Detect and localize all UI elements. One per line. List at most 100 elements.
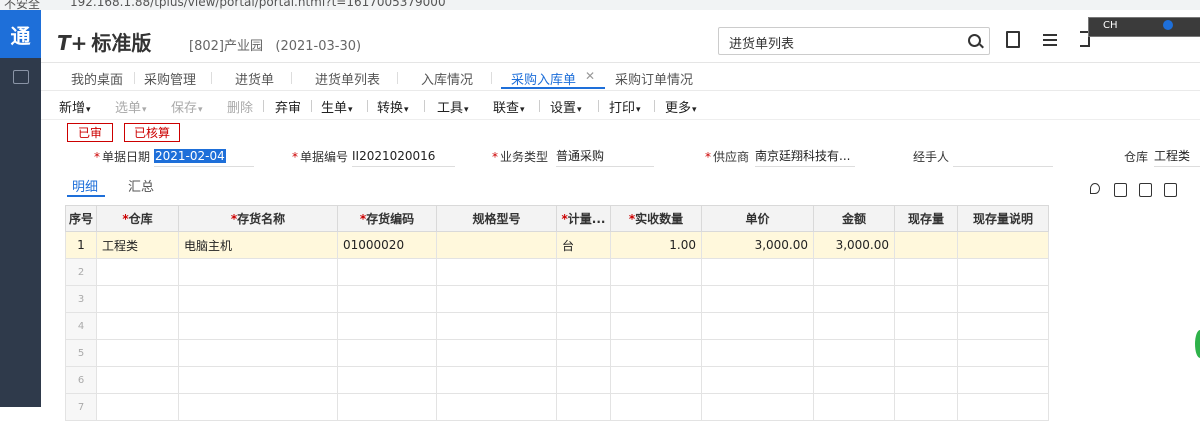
search-box[interactable]: 进货单列表 <box>718 27 990 55</box>
search-input[interactable]: 进货单列表 <box>729 33 794 52</box>
doc-no-field[interactable]: II2021020016 <box>352 146 455 167</box>
col-header-spec[interactable]: 规格型号 <box>436 205 557 232</box>
generate-doc-button[interactable]: 生单▾ <box>321 97 353 116</box>
cell-unit[interactable] <box>556 312 611 340</box>
cell-warehouse[interactable] <box>96 312 179 340</box>
col-header-stock-note[interactable]: 现存量说明 <box>957 205 1049 232</box>
save-button[interactable]: 保存▾ <box>171 97 203 116</box>
cell-spec[interactable] <box>436 339 557 367</box>
browser-url-bar[interactable]: 不安全 192.168.1.88/tplus/view/portal/porta… <box>0 0 1200 10</box>
cell-code[interactable] <box>337 285 437 313</box>
cell-code[interactable]: 01000020 <box>337 231 437 259</box>
cell-name[interactable] <box>178 285 338 313</box>
cell-warehouse[interactable] <box>96 339 179 367</box>
cell-name[interactable]: 电脑主机 <box>178 231 338 259</box>
table-row[interactable]: 6 <box>65 366 1049 394</box>
cell-name[interactable] <box>178 258 338 286</box>
copy-row-icon[interactable] <box>1139 183 1152 197</box>
cell-name[interactable] <box>178 366 338 394</box>
cell-amount[interactable] <box>813 366 895 394</box>
ime-toolbar[interactable]: CH <box>1088 17 1200 37</box>
ime-language[interactable]: CH <box>1103 20 1118 31</box>
cell-unit[interactable]: 台 <box>556 231 611 259</box>
insert-row-icon[interactable] <box>1114 183 1127 197</box>
col-header-unit[interactable]: *计量... <box>556 205 611 232</box>
cell-warehouse[interactable] <box>96 393 179 421</box>
tab-summary[interactable]: 汇总 <box>128 176 154 195</box>
cell-spec[interactable] <box>436 312 557 340</box>
handler-field[interactable] <box>953 146 1053 167</box>
cell-qty[interactable] <box>610 393 702 421</box>
convert-button[interactable]: 转换▾ <box>377 97 409 116</box>
settings-button[interactable]: 设置▾ <box>550 97 582 116</box>
cell-price[interactable]: 3,000.00 <box>701 231 814 259</box>
open-window-icon[interactable] <box>12 70 29 84</box>
cell-qty[interactable]: 1.00 <box>610 231 702 259</box>
table-row[interactable]: 1 工程类 电脑主机 01000020 台 1.00 3,000.00 3,00… <box>65 231 1049 259</box>
cell-unit[interactable] <box>556 366 611 394</box>
col-header-price[interactable]: 单价 <box>701 205 814 232</box>
tab-receipt-list[interactable]: 进货单列表 <box>315 69 380 88</box>
cell-amount[interactable]: 3,000.00 <box>813 231 895 259</box>
tab-purchase-receipt[interactable]: 进货单 <box>235 69 274 88</box>
delete-row-icon[interactable] <box>1164 183 1177 197</box>
doc-date-field[interactable]: 2021-02-04 <box>154 146 254 167</box>
cell-amount[interactable] <box>813 339 895 367</box>
cell-warehouse[interactable] <box>96 285 179 313</box>
cell-code[interactable] <box>337 393 437 421</box>
cell-amount[interactable] <box>813 312 895 340</box>
cell-spec[interactable] <box>436 231 557 259</box>
tab-my-desktop[interactable]: 我的桌面 <box>71 69 123 88</box>
warehouse-field[interactable]: 工程类 <box>1154 146 1200 167</box>
cell-price[interactable] <box>701 258 814 286</box>
cell-name[interactable] <box>178 393 338 421</box>
cell-unit[interactable] <box>556 339 611 367</box>
app-logo[interactable]: 通 <box>0 10 41 58</box>
floating-assistant-icon[interactable] <box>1195 330 1200 358</box>
cell-code[interactable] <box>337 339 437 367</box>
tab-po-status[interactable]: 采购订单情况 <box>615 69 693 88</box>
col-header-stock[interactable]: 现存量 <box>894 205 958 232</box>
cell-code[interactable] <box>337 258 437 286</box>
cell-qty[interactable] <box>610 366 702 394</box>
cell-warehouse[interactable]: 工程类 <box>96 231 179 259</box>
cell-price[interactable] <box>701 339 814 367</box>
table-row[interactable]: 2 <box>65 258 1049 286</box>
url-text[interactable]: 192.168.1.88/tplus/view/portal/portal.ht… <box>70 0 446 9</box>
cell-code[interactable] <box>337 366 437 394</box>
cell-spec[interactable] <box>436 366 557 394</box>
tab-inbound-status[interactable]: 入库情况 <box>421 69 473 88</box>
biz-type-field[interactable]: 普通采购 <box>556 146 654 167</box>
cell-name[interactable] <box>178 312 338 340</box>
cell-unit[interactable] <box>556 285 611 313</box>
cell-price[interactable] <box>701 366 814 394</box>
cell-qty[interactable] <box>610 339 702 367</box>
tab-detail[interactable]: 明细 <box>72 176 98 195</box>
col-header-amount[interactable]: 金额 <box>813 205 895 232</box>
cell-spec[interactable] <box>436 285 557 313</box>
cell-spec[interactable] <box>436 393 557 421</box>
col-header-code[interactable]: *存货编码 <box>337 205 437 232</box>
col-header-name[interactable]: *存货名称 <box>178 205 338 232</box>
cell-price[interactable] <box>701 285 814 313</box>
cell-code[interactable] <box>337 312 437 340</box>
print-button[interactable]: 打印▾ <box>609 97 641 116</box>
cell-qty[interactable] <box>610 258 702 286</box>
supplier-field[interactable]: 南京廷翔科技有... <box>755 146 855 167</box>
table-row[interactable]: 3 <box>65 285 1049 313</box>
cell-amount[interactable] <box>813 258 895 286</box>
cell-price[interactable] <box>701 393 814 421</box>
more-button[interactable]: 更多▾ <box>665 97 697 116</box>
cell-price[interactable] <box>701 312 814 340</box>
new-button[interactable]: 新增▾ <box>59 97 91 116</box>
table-row[interactable]: 4 <box>65 312 1049 340</box>
select-doc-button[interactable]: 选单▾ <box>115 97 147 116</box>
cell-amount[interactable] <box>813 393 895 421</box>
tab-purchase-mgmt[interactable]: 采购管理 <box>144 69 196 88</box>
col-header-qty[interactable]: *实收数量 <box>610 205 702 232</box>
cell-spec[interactable] <box>436 258 557 286</box>
table-row[interactable]: 7 <box>65 393 1049 421</box>
delete-button[interactable]: 删除 <box>227 97 253 116</box>
tools-button[interactable]: 工具▾ <box>437 97 469 116</box>
locate-icon[interactable] <box>1090 183 1100 194</box>
